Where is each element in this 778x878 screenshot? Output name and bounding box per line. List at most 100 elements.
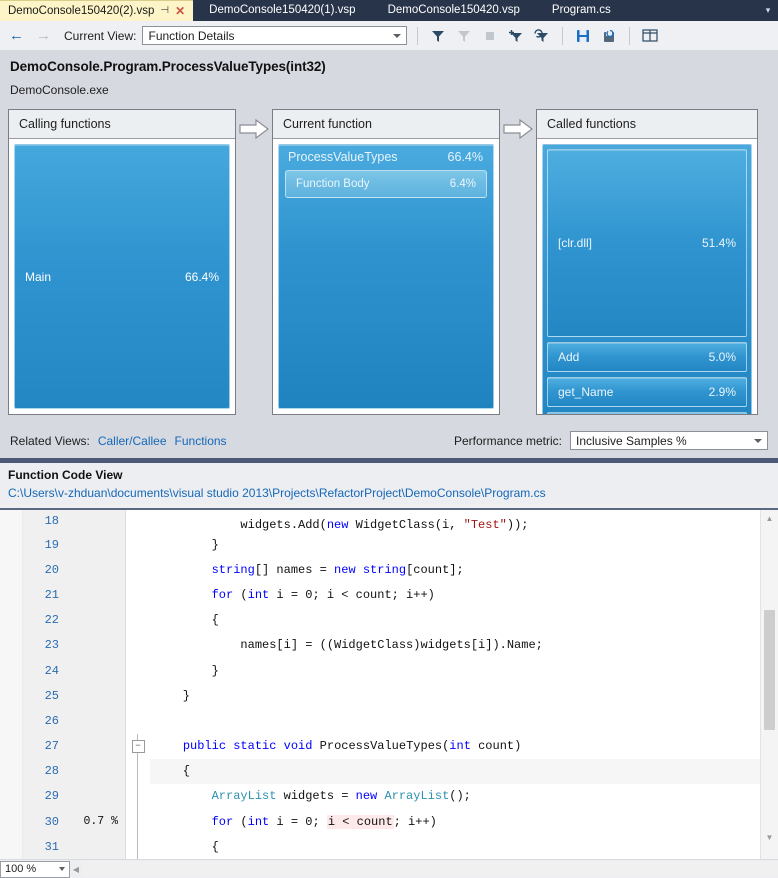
clear-filter-icon xyxy=(454,26,474,46)
code-line-number: 20 xyxy=(23,557,65,583)
code-token: int xyxy=(247,587,270,602)
tab-overflow-chevron-down-icon[interactable]: ▾ xyxy=(758,0,778,21)
code-line-percent xyxy=(65,733,125,759)
scroll-down-icon[interactable]: ▼ xyxy=(761,829,778,845)
function-details-window: DemoConsole150420(2).vsp ⊣ ✕ DemoConsole… xyxy=(0,0,778,878)
tab-democonsole150420-2[interactable]: DemoConsole150420(2).vsp ⊣ ✕ xyxy=(0,0,194,21)
current-function-row: ProcessValueTypes 66.4% xyxy=(285,150,487,164)
zoom-level-select[interactable]: 100 % xyxy=(0,860,70,878)
code-indicator-margin xyxy=(0,607,23,633)
code-fold-toggle[interactable]: − xyxy=(131,739,145,753)
save-as-icon[interactable] xyxy=(599,26,619,46)
code-line-row[interactable]: 22 { xyxy=(0,607,761,633)
close-icon[interactable]: ✕ xyxy=(175,5,185,17)
current-function-title: Current function xyxy=(273,110,499,139)
called-function-block-add[interactable]: Add 5.0% xyxy=(547,342,747,372)
code-editor: 18 widgets.Add(new WidgetClass(i, "Test"… xyxy=(0,510,778,863)
code-line-percent: 0.7 % xyxy=(65,809,125,835)
code-line-percent xyxy=(65,532,125,558)
code-fold-margin xyxy=(125,783,150,810)
code-line-row[interactable]: 19 } xyxy=(0,532,761,558)
code-fold-margin xyxy=(125,708,150,734)
code-line-text: ArrayList widgets = new ArrayList(); xyxy=(211,789,471,804)
layout-columns-icon[interactable] xyxy=(640,26,660,46)
code-indicator-margin xyxy=(0,758,23,784)
code-fold-margin xyxy=(125,532,150,558)
called-function-block-get-item[interactable]: get_Item 0.7% xyxy=(547,412,747,414)
code-line-row[interactable]: 30 0.7 % for (int i = 0; i < count; i++) xyxy=(0,809,761,835)
related-view-caller-callee[interactable]: Caller/Callee xyxy=(98,434,167,448)
code-line-row[interactable]: 20 string[] names = new string[count]; xyxy=(0,557,761,583)
block-percent: 2.9% xyxy=(708,385,736,399)
pin-icon[interactable]: ⊣ xyxy=(160,6,169,16)
performance-metric-label: Performance metric: xyxy=(453,433,562,448)
back-arrow-icon[interactable]: ← xyxy=(6,28,27,43)
code-horizontal-scrollbar[interactable] xyxy=(82,861,778,877)
code-line-number: 23 xyxy=(23,632,65,658)
scroll-up-icon[interactable]: ▲ xyxy=(761,510,778,526)
code-line-percent xyxy=(65,557,125,583)
code-line-percent xyxy=(65,510,125,532)
called-function-block-clrdll[interactable]: [clr.dll] 51.4% xyxy=(547,149,747,337)
code-line-row[interactable]: 18 widgets.Add(new WidgetClass(i, "Test"… xyxy=(0,510,761,532)
module-name: DemoConsole.exe xyxy=(10,83,109,97)
code-lines-container[interactable]: 18 widgets.Add(new WidgetClass(i, "Test"… xyxy=(0,510,761,863)
code-line-percent xyxy=(65,708,125,734)
code-line-number: 24 xyxy=(23,657,65,684)
tab-label: DemoConsole150420(2).vsp xyxy=(8,4,155,17)
code-line-row[interactable]: 29 ArrayList widgets = new ArrayList(); xyxy=(0,783,761,810)
code-line-row[interactable]: 21 for (int i = 0; i < count; i++) xyxy=(0,582,761,608)
code-line-text: widgets.Add(new WidgetClass(i, "Test")); xyxy=(154,518,529,532)
code-line-row[interactable]: 23 names[i] = ((WidgetClass)widgets[i]).… xyxy=(0,632,761,658)
code-line-number: 21 xyxy=(23,582,65,608)
reapply-filter-icon[interactable] xyxy=(532,26,552,46)
related-view-functions[interactable]: Functions xyxy=(175,434,227,448)
right-arrow-icon xyxy=(239,119,269,139)
code-line-row[interactable]: 31 { xyxy=(0,834,761,860)
code-indicator-margin xyxy=(0,582,23,608)
called-functions-title: Called functions xyxy=(537,110,757,139)
code-line-row[interactable]: 26 xyxy=(0,708,761,734)
filter-icon[interactable] xyxy=(428,26,448,46)
called-functions-body: [clr.dll] 51.4% Add 5.0% get_Name 2.9% g… xyxy=(537,139,757,414)
tab-label: Program.cs xyxy=(551,4,611,16)
code-line-row[interactable]: 25 } xyxy=(0,683,761,709)
tab-program-cs[interactable]: Program.cs xyxy=(536,0,627,21)
code-line-row[interactable]: 28 { xyxy=(0,758,761,784)
code-line-row[interactable]: 24 } xyxy=(0,657,761,684)
code-fold-margin xyxy=(125,557,150,583)
current-view-select[interactable]: Function Details xyxy=(142,26,408,45)
calling-function-block-main[interactable]: Main 66.4% xyxy=(14,144,230,409)
function-body-percent: 6.4% xyxy=(449,178,476,190)
performance-metric-select[interactable]: Inclusive Samples % xyxy=(570,431,768,450)
toolbar-separator-2 xyxy=(562,26,564,45)
block-name: Main xyxy=(25,269,52,284)
code-line-percent xyxy=(65,783,125,810)
code-line-text: { xyxy=(154,613,219,628)
add-filter-icon[interactable] xyxy=(506,26,526,46)
current-function-block[interactable]: ProcessValueTypes 66.4% Function Body 6.… xyxy=(278,144,494,409)
save-icon[interactable] xyxy=(573,26,593,46)
code-line-row[interactable]: 27 − public static void ProcessValueTypes… xyxy=(0,733,761,759)
tab-democonsole150420-1[interactable]: DemoConsole150420(1).vsp xyxy=(193,0,371,21)
source-file-path[interactable]: C:\Users\v-zhduan\documents\visual studi… xyxy=(8,486,770,500)
code-fold-margin xyxy=(125,809,150,835)
called-function-block-get-name[interactable]: get_Name 2.9% xyxy=(547,377,747,407)
scrollbar-thumb[interactable] xyxy=(764,610,775,730)
code-vertical-scrollbar[interactable]: ▲ ▼ xyxy=(760,510,778,863)
code-line-text: for (int i = 0; i < count; i++) xyxy=(211,587,435,602)
tab-label: DemoConsole150420.vsp xyxy=(387,4,520,16)
toolbar-separator-3 xyxy=(629,26,631,45)
function-details-panels: Calling functions Main 66.4% Current fun… xyxy=(0,103,778,429)
code-token: i < count xyxy=(326,814,394,829)
current-function-name: ProcessValueTypes xyxy=(288,150,398,164)
block-name: get_Name xyxy=(558,385,614,399)
code-token: void xyxy=(283,739,313,754)
tab-democonsole150420[interactable]: DemoConsole150420.vsp xyxy=(372,0,536,21)
scroll-left-icon[interactable]: ◀ xyxy=(70,865,82,874)
code-indicator-margin xyxy=(0,834,23,860)
code-fold-margin xyxy=(125,510,150,532)
called-functions-panel: Called functions [clr.dll] 51.4% Add 5.0… xyxy=(536,109,758,415)
function-body-block[interactable]: Function Body 6.4% xyxy=(285,170,487,198)
status-bar: 100 % ◀ xyxy=(0,859,778,878)
